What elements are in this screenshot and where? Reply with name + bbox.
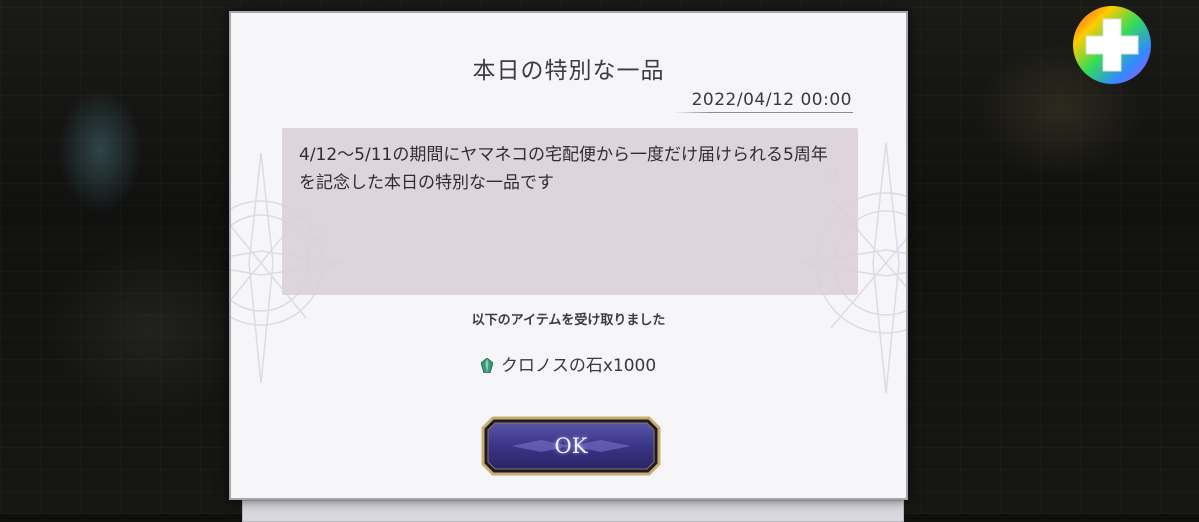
message-text: 4/12〜5/11の期間にヤマネコの宅配便から一度だけ届けられる5周年を記念した… — [299, 145, 828, 193]
date-label: 2022/04/12 00:00 — [691, 90, 852, 110]
special-item-dialog: 本日の特別な一品 2022/04/12 00:00 4/12〜5/11の期間にヤ… — [229, 11, 908, 500]
reward-text: クロノスの石x1000 — [500, 356, 657, 376]
date-underline — [673, 112, 853, 113]
dialog-title: 本日の特別な一品 — [472, 58, 665, 84]
message-box: 4/12〜5/11の期間にヤマネコの宅配便から一度だけ届けられる5周年を記念した… — [282, 128, 858, 295]
underlying-panel — [242, 500, 904, 522]
chronos-stone-icon — [480, 357, 494, 378]
received-label: 以下のアイテムを受け取りました — [471, 313, 666, 328]
gamepad-overlay-button[interactable] — [1072, 5, 1152, 85]
reward-item: クロノスの石x1000 — [231, 351, 906, 378]
ok-button[interactable]: OK — [481, 416, 661, 476]
gamepad-dpad-icon — [1073, 6, 1151, 84]
ok-label: OK — [554, 434, 588, 458]
